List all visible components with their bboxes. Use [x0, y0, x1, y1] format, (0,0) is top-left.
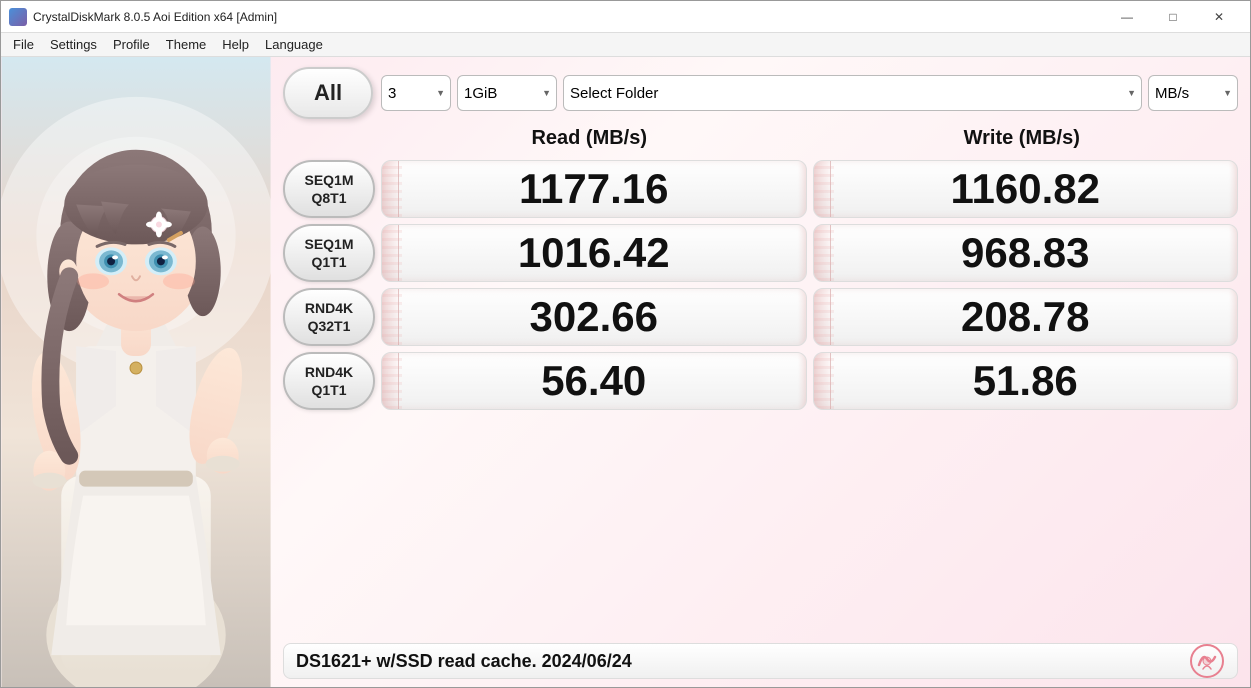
app-window: CrystalDiskMark 8.0.5 Aoi Edition x64 [A…	[0, 0, 1251, 688]
seq1m-q1t1-write-value: 968.83	[961, 229, 1089, 277]
rnd4k-q32t1-read-value: 302.66	[530, 293, 658, 341]
window-title: CrystalDiskMark 8.0.5 Aoi Edition x64 [A…	[33, 10, 1104, 24]
rnd4k-q1t1-write-value: 51.86	[973, 357, 1078, 405]
folder-select[interactable]: Select Folder	[563, 75, 1142, 111]
data-rows: SEQ1M Q8T1 1177.16 1160.82 SEQ1M	[283, 160, 1238, 635]
menu-profile[interactable]: Profile	[105, 35, 158, 54]
rnd4k-q32t1-write-cell: 208.78	[813, 288, 1239, 346]
rnd4k-q1t1-read-value: 56.40	[541, 357, 646, 405]
table-row: RND4K Q1T1 56.40 51.86	[283, 352, 1238, 410]
rnd4k-q32t1-button[interactable]: RND4K Q32T1	[283, 288, 375, 346]
row-label-line1: SEQ1M	[304, 171, 353, 189]
size-select[interactable]: 512MiB 1GiB 2GiB 4GiB	[457, 75, 557, 111]
row-label-line1: SEQ1M	[304, 235, 353, 253]
row-label-line2: Q1T1	[311, 253, 346, 271]
seq1m-q1t1-write-cell: 968.83	[813, 224, 1239, 282]
rnd4k-q32t1-write-value: 208.78	[961, 293, 1089, 341]
header-row: All 1 3 5 9 512MiB	[283, 67, 1238, 119]
row-label-line2: Q8T1	[311, 189, 346, 207]
unit-select[interactable]: MB/s GB/s IOPS μs	[1148, 75, 1238, 111]
menu-help[interactable]: Help	[214, 35, 257, 54]
rnd4k-q1t1-button[interactable]: RND4K Q1T1	[283, 352, 375, 410]
folder-select-wrapper: Select Folder	[563, 75, 1142, 111]
menu-bar: File Settings Profile Theme Help Languag…	[1, 33, 1250, 57]
menu-theme[interactable]: Theme	[158, 35, 214, 54]
seq1m-q8t1-button[interactable]: SEQ1M Q8T1	[283, 160, 375, 218]
seq1m-q1t1-read-cell: 1016.42	[381, 224, 807, 282]
app-icon	[9, 8, 27, 26]
seq1m-q8t1-write-value: 1160.82	[950, 165, 1100, 213]
status-text: DS1621+ w/SSD read cache. 2024/06/24	[296, 651, 632, 672]
size-select-wrapper: 512MiB 1GiB 2GiB 4GiB	[457, 75, 557, 111]
menu-file[interactable]: File	[5, 35, 42, 54]
seq1m-q1t1-read-value: 1016.42	[518, 229, 670, 277]
row-label-line1: RND4K	[305, 299, 353, 317]
rnd4k-q1t1-write-cell: 51.86	[813, 352, 1239, 410]
maximize-button[interactable]: □	[1150, 1, 1196, 33]
title-bar: CrystalDiskMark 8.0.5 Aoi Edition x64 [A…	[1, 1, 1250, 33]
seq1m-q8t1-read-value: 1177.16	[519, 165, 669, 213]
row-label-line2: Q32T1	[308, 317, 351, 335]
count-select[interactable]: 1 3 5 9	[381, 75, 451, 111]
menu-language[interactable]: Language	[257, 35, 331, 54]
window-controls: — □ ✕	[1104, 1, 1242, 33]
minimize-button[interactable]: —	[1104, 1, 1150, 33]
rnd4k-q1t1-read-cell: 56.40	[381, 352, 807, 410]
seq1m-q8t1-write-cell: 1160.82	[813, 160, 1239, 218]
close-button[interactable]: ✕	[1196, 1, 1242, 33]
anime-background	[1, 57, 271, 687]
write-column-header: Write (MB/s)	[806, 127, 1239, 150]
column-headers: Read (MB/s) Write (MB/s)	[283, 127, 1238, 152]
main-content: All 1 3 5 9 512MiB	[1, 57, 1250, 687]
count-select-wrapper: 1 3 5 9	[381, 75, 451, 111]
table-row: SEQ1M Q1T1 1016.42 968.83	[283, 224, 1238, 282]
read-column-header: Read (MB/s)	[373, 127, 806, 150]
all-button[interactable]: All	[283, 67, 373, 119]
brand-logo	[1189, 643, 1225, 679]
row-label-line1: RND4K	[305, 363, 353, 381]
seq1m-q1t1-button[interactable]: SEQ1M Q1T1	[283, 224, 375, 282]
table-row: RND4K Q32T1 302.66 208.78	[283, 288, 1238, 346]
row-label-line2: Q1T1	[311, 381, 346, 399]
table-row: SEQ1M Q8T1 1177.16 1160.82	[283, 160, 1238, 218]
seq1m-q8t1-read-cell: 1177.16	[381, 160, 807, 218]
status-bar: DS1621+ w/SSD read cache. 2024/06/24	[283, 643, 1238, 679]
rnd4k-q32t1-read-cell: 302.66	[381, 288, 807, 346]
unit-select-wrapper: MB/s GB/s IOPS μs	[1148, 75, 1238, 111]
menu-settings[interactable]: Settings	[42, 35, 105, 54]
right-panel: All 1 3 5 9 512MiB	[271, 57, 1250, 687]
toolbar: 1 3 5 9 512MiB 1GiB 2GiB 4GiB	[381, 75, 1238, 111]
